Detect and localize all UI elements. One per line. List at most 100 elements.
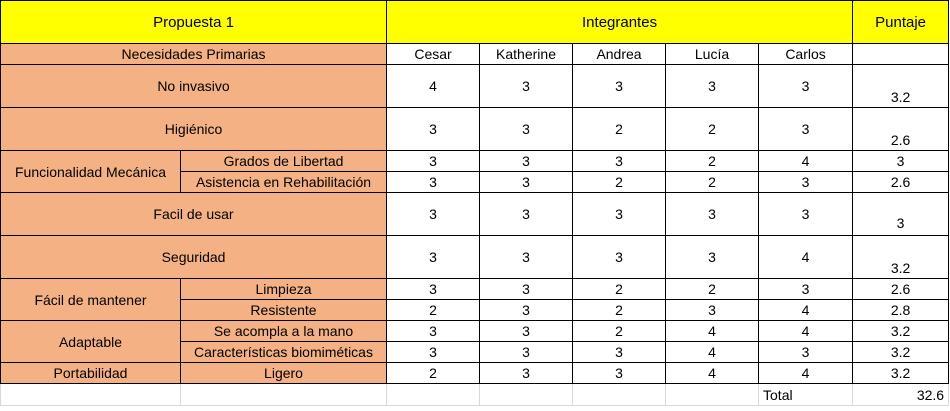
score-cell: 3: [572, 64, 667, 108]
empty-cell: [479, 383, 574, 406]
score-cell: 4: [758, 235, 854, 279]
puntaje-cell: 2.6: [852, 107, 950, 151]
puntaje-cell: 2.6: [852, 171, 950, 193]
puntaje-cell: 3.2: [852, 320, 950, 342]
puntaje-cell: 3.2: [852, 341, 950, 363]
score-cell: 2: [572, 107, 667, 151]
score-cell: 3: [479, 362, 574, 384]
sub-need-label: Ligero: [179, 362, 388, 384]
score-cell: 2: [572, 320, 667, 342]
sub-need-label: Limpieza: [179, 278, 388, 300]
need-label: Seguridad: [0, 235, 388, 279]
score-cell: 3: [665, 299, 760, 321]
score-cell: 3: [572, 341, 667, 363]
score-cell: 4: [758, 320, 854, 342]
score-cell: 2: [665, 107, 760, 151]
score-cell: 3: [479, 235, 574, 279]
score-cell: 3: [758, 171, 854, 193]
score-blank: [852, 43, 950, 65]
empty-cell: [179, 383, 388, 406]
score-cell: 3: [479, 278, 574, 300]
puntaje-cell: 3.2: [852, 235, 950, 279]
puntaje-cell: 2.6: [852, 278, 950, 300]
score-cell: 3: [572, 235, 667, 279]
need-label: Adaptable: [0, 320, 181, 363]
score-cell: 3: [479, 64, 574, 108]
score-cell: 2: [386, 299, 481, 321]
puntaje-cell: 3.2: [852, 64, 950, 108]
score-cell: 3: [479, 192, 574, 236]
score-cell: 3: [386, 341, 481, 363]
score-cell: 4: [665, 320, 760, 342]
score-cell: 3: [758, 341, 854, 363]
score-cell: 3: [572, 150, 667, 172]
table-row: Funcionalidad Mecánica Grados de Liberta…: [0, 150, 950, 193]
table-row: Seguridad 3 3 3 3 4 3.2: [0, 235, 950, 279]
score-cell: 2: [665, 278, 760, 300]
score-header: Puntaje: [852, 0, 950, 44]
need-label: No invasivo: [0, 64, 388, 108]
empty-cell: [386, 383, 481, 406]
score-cell: 2: [572, 299, 667, 321]
score-cell: 3: [479, 320, 574, 342]
evaluation-table: Propuesta 1 Integrantes Puntaje Necesida…: [0, 0, 950, 406]
table-row: No invasivo 4 3 3 3 3 3.2: [0, 64, 950, 108]
score-cell: 3: [758, 107, 854, 151]
proposal-header: Propuesta 1: [0, 0, 388, 44]
score-cell: 3: [665, 192, 760, 236]
puntaje-cell: 3: [852, 192, 950, 236]
score-cell: 4: [386, 64, 481, 108]
puntaje-cell: 2.8: [852, 299, 950, 321]
puntaje-cell: 3.2: [852, 362, 950, 384]
score-cell: 2: [665, 150, 760, 172]
score-cell: 3: [386, 107, 481, 151]
score-cell: 2: [665, 171, 760, 193]
score-cell: 3: [479, 171, 574, 193]
score-cell: 2: [572, 278, 667, 300]
sub-need-label: Características biomiméticas: [179, 341, 388, 363]
empty-cell: [665, 383, 760, 406]
needs-header: Necesidades Primarias: [0, 43, 388, 65]
need-label: Facil de usar: [0, 192, 388, 236]
score-cell: 4: [758, 362, 854, 384]
table-row: Fácil de mantener Limpieza 3 3 2 2 3 2.6: [0, 278, 950, 321]
need-label: Portabilidad: [0, 362, 181, 384]
score-cell: 4: [665, 341, 760, 363]
score-cell: 3: [665, 235, 760, 279]
score-cell: 3: [572, 192, 667, 236]
score-cell: 3: [386, 278, 481, 300]
sub-need-label: Se acompla a la mano: [179, 320, 388, 342]
total-label: Total: [758, 383, 854, 406]
puntaje-cell: 3: [852, 150, 950, 172]
score-cell: 2: [572, 171, 667, 193]
score-cell: 3: [386, 192, 481, 236]
score-cell: 4: [758, 150, 854, 172]
score-cell: 3: [665, 64, 760, 108]
table-row: Higiénico 3 3 2 2 3 2.6: [0, 107, 950, 151]
need-label: Fácil de mantener: [0, 278, 181, 321]
score-cell: 3: [479, 299, 574, 321]
score-cell: 3: [479, 107, 574, 151]
members-header: Integrantes: [386, 0, 854, 44]
score-cell: 3: [758, 64, 854, 108]
score-cell: 3: [386, 320, 481, 342]
member-name: Carlos: [758, 43, 854, 65]
score-cell: 3: [479, 150, 574, 172]
sub-need-label: Asistencia en Rehabilitación: [179, 171, 388, 193]
score-cell: 3: [386, 235, 481, 279]
empty-cell: [572, 383, 667, 406]
score-cell: 3: [479, 341, 574, 363]
empty-cell: [0, 383, 181, 406]
score-cell: 3: [758, 278, 854, 300]
table-row: Facil de usar 3 3 3 3 3 3: [0, 192, 950, 236]
table-row: Portabilidad Ligero 2 3 3 4 4 3.2: [0, 362, 950, 384]
member-name: Andrea: [572, 43, 667, 65]
score-cell: 2: [386, 362, 481, 384]
score-cell: 3: [572, 362, 667, 384]
member-name: Cesar: [386, 43, 481, 65]
score-cell: 3: [758, 192, 854, 236]
score-cell: 3: [386, 150, 481, 172]
member-name: Lucía: [665, 43, 760, 65]
score-cell: 4: [665, 362, 760, 384]
sub-need-label: Grados de Libertad: [179, 150, 388, 172]
